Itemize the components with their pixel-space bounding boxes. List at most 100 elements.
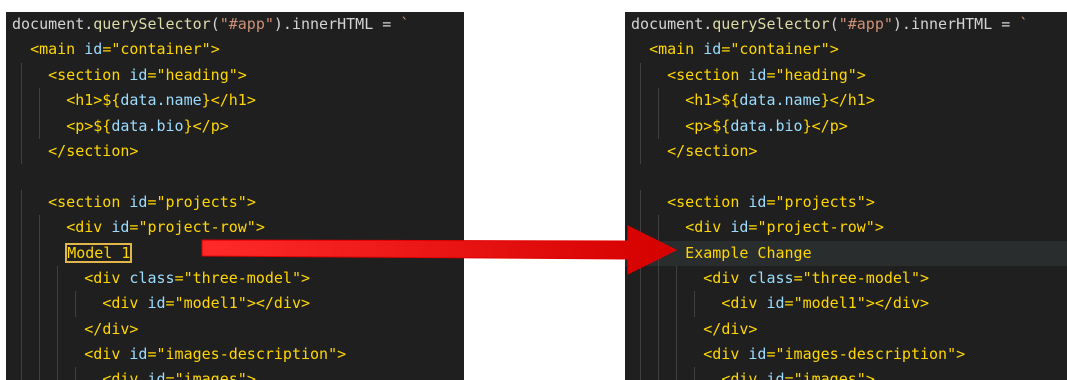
code-line: <section id="projects"> [6, 189, 464, 216]
code-token: <section id="heading"> [667, 65, 866, 84]
indent-guide [57, 316, 59, 343]
code-line: <div id="project-row"> [625, 215, 1067, 241]
code-token: querySelector [712, 15, 830, 33]
code-token: </section> [667, 141, 758, 160]
indent-guide [75, 367, 77, 380]
indent-guide [640, 138, 642, 165]
indent-guide [640, 316, 642, 343]
indent-guide [640, 189, 642, 216]
indent-guide [676, 367, 678, 380]
code-token: <main id="container"> [30, 40, 220, 59]
code-token: document [631, 15, 704, 33]
indent-guide [39, 240, 41, 266]
code-line: <div id="images"> [6, 367, 464, 380]
indent-guide [21, 189, 23, 216]
code-token: ` [1019, 15, 1029, 33]
code-token: document [12, 15, 85, 33]
indent-guide [658, 88, 660, 114]
code-token: <h1>${data.name}</h1> [66, 91, 256, 110]
code-line: Model 1 [6, 240, 464, 266]
indent-guide [21, 265, 23, 292]
code-token: ( [829, 15, 839, 33]
indent-guide [640, 367, 642, 380]
code-line: <div id="model1"></div> [6, 291, 464, 317]
code-token: ).innerHTML [273, 15, 374, 33]
indent-guide [676, 342, 678, 368]
indent-guide [658, 291, 660, 317]
indent-guide [21, 316, 23, 343]
indent-guide [676, 291, 678, 317]
code-token: ).innerHTML [892, 15, 993, 33]
code-line: </section> [625, 138, 1067, 165]
indent-guide [21, 138, 23, 165]
indent-guide [57, 367, 59, 380]
code-line: <div id="images"> [625, 367, 1067, 380]
code-line: </div> [6, 316, 464, 343]
indent-guide [39, 316, 41, 343]
code-line: </div> [625, 316, 1067, 343]
code-line: <h1>${data.name}</h1> [6, 88, 464, 114]
code-token: ( [210, 15, 220, 33]
indent-guide [658, 367, 660, 380]
code-token: . [703, 15, 713, 33]
code-token: "#app" [838, 15, 893, 33]
code-line: <p>${data.bio}</p> [6, 113, 464, 139]
code-line: </section> [6, 138, 464, 165]
indent-guide [640, 215, 642, 241]
code-line: <p>${data.bio}</p> [625, 113, 1067, 139]
code-token: <p>${data.bio}</p> [66, 116, 229, 135]
code-line: <section id="heading"> [625, 62, 1067, 89]
code-line: <div class="three-model"> [625, 265, 1067, 292]
code-line: <div id="images-description"> [6, 342, 464, 368]
code-line: <div id="model1"></div> [625, 291, 1067, 317]
code-token: <div id="project-row"> [66, 218, 265, 237]
code-token: <div id="images-description"> [84, 345, 347, 364]
indent-guide [21, 113, 23, 139]
indent-guide [640, 342, 642, 368]
indent-guide [57, 342, 59, 368]
code-token: <section id="projects"> [667, 192, 875, 211]
indent-guide [658, 316, 660, 343]
indent-guide [39, 265, 41, 292]
indent-guide [676, 265, 678, 292]
indent-guide [21, 240, 23, 266]
indent-guide [21, 88, 23, 114]
selected-text: Model 1 [65, 242, 133, 263]
indent-guide [21, 215, 23, 241]
indent-guide [640, 240, 642, 266]
indent-guide [658, 113, 660, 139]
code-token: <section id="projects"> [48, 192, 256, 211]
code-line: <h1>${data.name}</h1> [625, 88, 1067, 114]
code-token: </div> [84, 319, 139, 338]
indent-guide [57, 265, 59, 292]
code-token: . [84, 15, 94, 33]
indent-guide [21, 62, 23, 89]
indent-guide [75, 291, 77, 317]
code-line: document.querySelector("#app").innerHTML… [625, 12, 1067, 37]
indent-guide [21, 342, 23, 368]
indent-guide [39, 291, 41, 317]
code-token: ` [400, 15, 410, 33]
code-token: </div> [703, 319, 758, 338]
code-line: <div id="images-description"> [625, 342, 1067, 368]
code-line: <section id="heading"> [6, 62, 464, 89]
indent-guide [694, 291, 696, 317]
code-token: querySelector [93, 15, 211, 33]
code-line: <main id="container"> [625, 37, 1067, 62]
code-token: <div id="images"> [721, 370, 875, 380]
indent-guide [39, 342, 41, 368]
code-line: <section id="projects"> [625, 189, 1067, 216]
code-token: <p>${data.bio}</p> [685, 116, 848, 135]
indent-guide [694, 367, 696, 380]
indent-guide [39, 215, 41, 241]
indent-guide [658, 342, 660, 368]
code-line: document.querySelector("#app").innerHTML… [6, 12, 464, 37]
indent-guide [658, 215, 660, 241]
code-panel-after: document.querySelector("#app").innerHTML… [625, 12, 1067, 380]
indent-guide [21, 367, 23, 380]
indent-guide [640, 62, 642, 89]
code-token: <section id="heading"> [48, 65, 247, 84]
code-token: = [992, 15, 1020, 33]
